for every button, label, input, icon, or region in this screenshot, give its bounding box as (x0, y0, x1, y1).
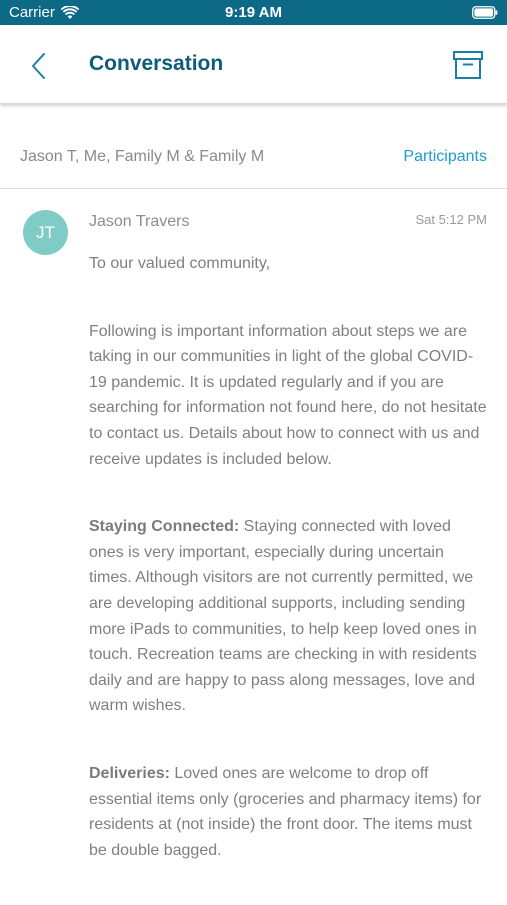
sender-avatar: JT (23, 210, 68, 255)
message-greeting: To our valued community, (89, 255, 271, 272)
battery-icon (472, 6, 498, 19)
message-paragraph-intro: Following is important information about… (89, 322, 487, 468)
participants-link[interactable]: Participants (403, 148, 487, 166)
section-heading: Staying Connected: (89, 518, 240, 536)
navigation-bar: Conversation (0, 25, 507, 104)
participant-names: Jason T, Me, Family M & Family M (20, 148, 265, 165)
message-paragraph-staying-connected: Staying Connected: Staying connected wit… (89, 514, 489, 719)
sender-name: Jason Travers (89, 213, 190, 230)
section-text: Staying connected with loved ones is ver… (89, 518, 477, 715)
participants-row: Jason T, Me, Family M & Family M Partici… (0, 128, 507, 189)
back-chevron-icon[interactable] (28, 51, 48, 81)
section-heading: Deliveries: (89, 764, 170, 782)
message-timestamp: Sat 5:12 PM (415, 212, 487, 227)
status-bar: Carrier 9:19 AM (0, 0, 507, 25)
page-title: Conversation (89, 52, 224, 75)
archive-box-icon[interactable] (452, 49, 484, 81)
status-time: 9:19 AM (225, 4, 282, 21)
message-paragraph-deliveries: Deliveries: Loved ones are welcome to dr… (89, 761, 489, 863)
message-body: To our valued community, Following is im… (89, 251, 489, 905)
